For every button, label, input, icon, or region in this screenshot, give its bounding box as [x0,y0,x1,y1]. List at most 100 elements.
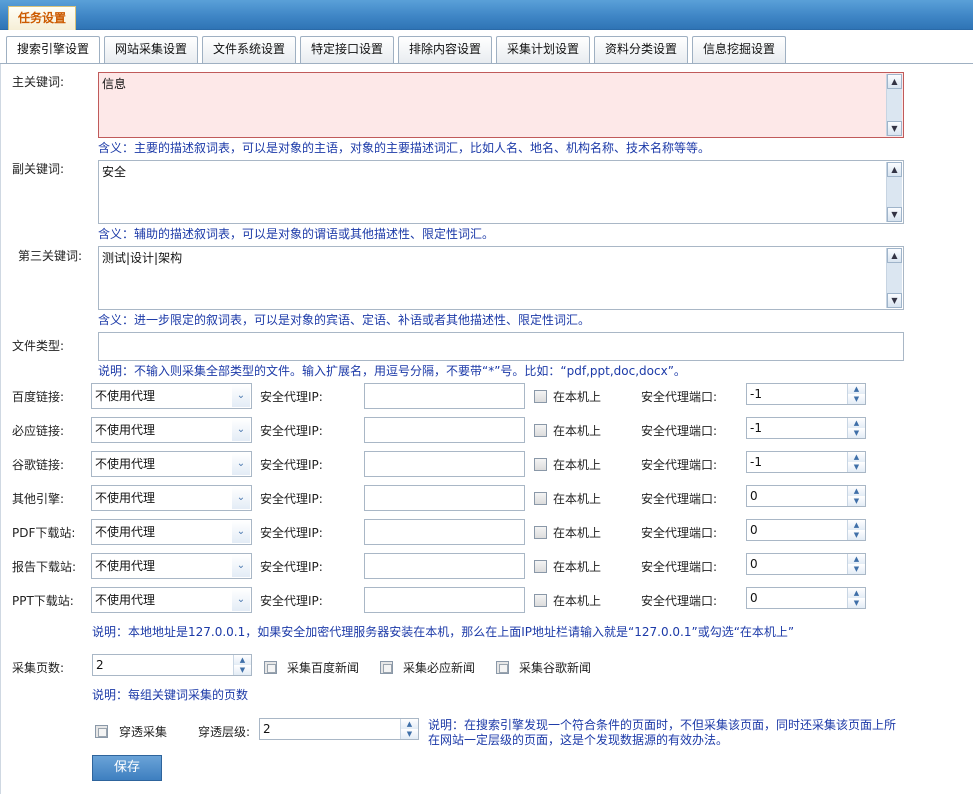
proxy-port-label: 安全代理端口: [641,458,718,472]
spin-up-icon[interactable]: ▲ [233,655,251,665]
proxy-port-value: 0 [750,557,758,571]
proxy-ip-label: 安全代理IP: [260,424,323,438]
penetrate-level-value: 2 [263,722,271,736]
local-label: 在本机上 [553,424,602,438]
filetype-input[interactable] [98,332,904,361]
tab-search-engine[interactable]: 搜索引擎设置 [6,36,100,64]
pages-spinner[interactable]: 2 ▲ ▼ [92,654,252,676]
proxy-ip-input[interactable] [364,553,525,579]
penetrate-checkbox[interactable] [95,725,108,738]
spin-down-icon[interactable]: ▼ [847,564,865,574]
local-checkbox[interactable] [534,526,547,539]
scroll-up-icon[interactable]: ▲ [887,74,902,89]
bing-news-label: 采集必应新闻 [403,661,476,675]
main-keyword-scrollbar[interactable]: ▲ ▼ [886,74,902,136]
secondary-keyword-value: 安全 [102,165,127,179]
proxy-ip-input[interactable] [364,451,525,477]
proxy-select[interactable]: 不使用代理 ⌄ [91,485,252,511]
proxy-ip-input[interactable] [364,587,525,613]
tab-collect-plan[interactable]: 采集计划设置 [496,36,590,63]
proxy-port-spinner[interactable]: 0 ▲ ▼ [746,485,866,507]
spin-down-icon[interactable]: ▼ [400,729,418,739]
proxy-select-value: 不使用代理 [95,593,156,607]
local-checkbox[interactable] [534,594,547,607]
proxy-select[interactable]: 不使用代理 ⌄ [91,553,252,579]
spin-up-icon[interactable]: ▲ [847,384,865,394]
local-label: 在本机上 [553,526,602,540]
spin-down-icon[interactable]: ▼ [847,496,865,506]
chevron-down-icon[interactable]: ⌄ [232,385,250,407]
chevron-down-icon[interactable]: ⌄ [232,487,250,509]
baidu-news-checkbox[interactable] [264,661,277,674]
proxy-port-spinner[interactable]: -1 ▲ ▼ [746,417,866,439]
google-news-checkbox[interactable] [496,661,509,674]
scroll-up-icon[interactable]: ▲ [887,162,902,177]
local-checkbox[interactable] [534,492,547,505]
proxy-port-spinner[interactable]: 0 ▲ ▼ [746,587,866,609]
third-keyword-textarea[interactable]: 测试|设计|架构 ▲ ▼ [98,246,904,310]
tab-specific-api[interactable]: 特定接口设置 [300,36,394,63]
proxy-port-value: 0 [750,489,758,503]
proxy-port-spinner[interactable]: 0 ▲ ▼ [746,519,866,541]
proxy-ip-input[interactable] [364,519,525,545]
spin-up-icon[interactable]: ▲ [847,452,865,462]
proxy-ip-label: 安全代理IP: [260,594,323,608]
chevron-down-icon[interactable]: ⌄ [232,453,250,475]
local-checkbox[interactable] [534,390,547,403]
secondary-keyword-textarea[interactable]: 安全 ▲ ▼ [98,160,904,224]
chevron-down-icon[interactable]: ⌄ [232,555,250,577]
spin-down-icon[interactable]: ▼ [233,665,251,675]
scroll-down-icon[interactable]: ▼ [887,121,902,136]
save-button[interactable]: 保存 [92,755,162,781]
main-keyword-note: 含义：主要的描述叙词表，可以是对象的主语，对象的主要描述词汇，比如人名、地名、机… [98,141,711,155]
spin-down-icon[interactable]: ▼ [847,462,865,472]
proxy-port-value: 0 [750,591,758,605]
proxy-port-spinner[interactable]: -1 ▲ ▼ [746,383,866,405]
spin-up-icon[interactable]: ▲ [847,520,865,530]
proxy-select[interactable]: 不使用代理 ⌄ [91,587,252,613]
scroll-up-icon[interactable]: ▲ [887,248,902,263]
engine-row-label: 其他引擎: [12,492,65,506]
proxy-ip-input[interactable] [364,485,525,511]
spin-down-icon[interactable]: ▼ [847,428,865,438]
scroll-down-icon[interactable]: ▼ [887,293,902,308]
proxy-ip-input[interactable] [364,383,525,409]
engine-row-label: PPT下载站: [12,594,74,608]
proxy-port-spinner[interactable]: -1 ▲ ▼ [746,451,866,473]
secondary-keyword-scrollbar[interactable]: ▲ ▼ [886,162,902,222]
tab-file-system[interactable]: 文件系统设置 [202,36,296,63]
spin-up-icon[interactable]: ▲ [847,588,865,598]
spin-up-icon[interactable]: ▲ [400,719,418,729]
proxy-select[interactable]: 不使用代理 ⌄ [91,383,252,409]
spin-down-icon[interactable]: ▼ [847,530,865,540]
scroll-down-icon[interactable]: ▼ [887,207,902,222]
proxy-ip-input[interactable] [364,417,525,443]
penetrate-level-spinner[interactable]: 2 ▲ ▼ [259,718,419,740]
proxy-select-value: 不使用代理 [95,389,156,403]
engine-row-label: 报告下载站: [12,560,77,574]
local-checkbox[interactable] [534,560,547,573]
tab-website-collect[interactable]: 网站采集设置 [104,36,198,63]
tab-exclude-content[interactable]: 排除内容设置 [398,36,492,63]
spin-up-icon[interactable]: ▲ [847,486,865,496]
tab-category[interactable]: 资料分类设置 [594,36,688,63]
tab-info-mining[interactable]: 信息挖掘设置 [692,36,786,63]
engine-row-label: 百度链接: [12,390,65,404]
local-checkbox[interactable] [534,458,547,471]
proxy-port-spinner[interactable]: 0 ▲ ▼ [746,553,866,575]
bing-news-checkbox[interactable] [380,661,393,674]
spin-up-icon[interactable]: ▲ [847,554,865,564]
proxy-select[interactable]: 不使用代理 ⌄ [91,417,252,443]
third-keyword-scrollbar[interactable]: ▲ ▼ [886,248,902,308]
chevron-down-icon[interactable]: ⌄ [232,419,250,441]
proxy-select[interactable]: 不使用代理 ⌄ [91,451,252,477]
chevron-down-icon[interactable]: ⌄ [232,589,250,611]
main-keyword-textarea[interactable]: 信息 ▲ ▼ [98,72,904,138]
main-keyword-label: 主关键词: [12,75,65,89]
spin-down-icon[interactable]: ▼ [847,598,865,608]
spin-up-icon[interactable]: ▲ [847,418,865,428]
proxy-select[interactable]: 不使用代理 ⌄ [91,519,252,545]
spin-down-icon[interactable]: ▼ [847,394,865,404]
local-checkbox[interactable] [534,424,547,437]
chevron-down-icon[interactable]: ⌄ [232,521,250,543]
